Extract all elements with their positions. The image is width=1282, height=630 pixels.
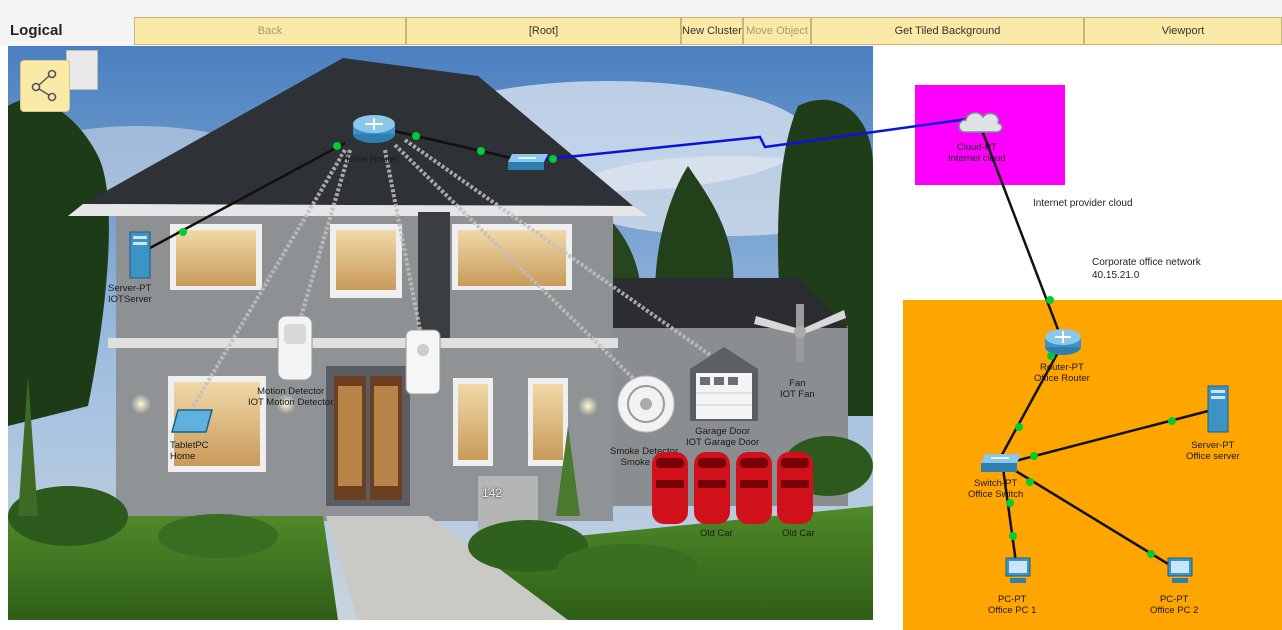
- home-switch[interactable]: [506, 152, 550, 177]
- motion-detector-label: Motion Detector IOT Motion Detector: [248, 386, 333, 408]
- old-car-2[interactable]: [692, 450, 732, 531]
- workspace-mode-label: Logical: [10, 22, 63, 39]
- new-cluster-label: New Cluster: [682, 25, 742, 37]
- office-switch[interactable]: [979, 452, 1023, 479]
- motion-detector-type: Motion Detector: [257, 386, 325, 397]
- cloud-icon: [958, 112, 1003, 133]
- corporate-network-address: 40.15.21.0: [1092, 270, 1140, 281]
- cloud-label: Cloud-PT Internet cloud: [948, 142, 1006, 164]
- office-router-name: Office Router: [1034, 373, 1090, 384]
- motion-detector[interactable]: [276, 314, 314, 387]
- office-pc2-label: PC-PT Office PC 2: [1150, 594, 1198, 616]
- car-icon: [777, 452, 813, 524]
- tablet-type: TabletPC: [170, 440, 209, 451]
- old-car-1[interactable]: [650, 450, 690, 531]
- root-button-label: [Root]: [528, 25, 559, 37]
- motion-detector-icon: [277, 315, 313, 381]
- car-icon: [652, 452, 688, 524]
- tablet-name: Home: [170, 451, 196, 462]
- home-router[interactable]: [351, 112, 397, 149]
- server-icon: [1207, 385, 1229, 433]
- cluster-nav-tab[interactable]: [66, 50, 98, 90]
- office-pc1-label: PC-PT Office PC 1: [988, 594, 1036, 616]
- viewport-button[interactable]: Viewport: [1084, 17, 1282, 45]
- internet-provider-note: Internet provider cloud: [1033, 198, 1133, 209]
- iot-server-label: Server-PT IOTServer: [108, 283, 152, 305]
- switch-icon: [508, 154, 548, 170]
- fan-label: Fan IOT Fan: [780, 378, 815, 400]
- ceiling-fan[interactable]: [752, 300, 848, 377]
- viewport-label: Viewport: [1161, 25, 1205, 37]
- iot-server-name: IOTServer: [108, 294, 152, 305]
- cloud-name: Internet cloud: [948, 153, 1006, 164]
- office-router[interactable]: [1043, 326, 1083, 361]
- office-pc-2[interactable]: [1166, 556, 1194, 591]
- office-pc1-type: PC-PT: [997, 594, 1027, 605]
- garage-door-type: Garage Door: [695, 426, 751, 437]
- pc-icon: [1005, 557, 1031, 583]
- server-icon: [129, 231, 151, 279]
- home-router-type: Home Router: [342, 154, 399, 165]
- smoke-detector[interactable]: [616, 374, 676, 439]
- move-object-button[interactable]: Move Object: [743, 17, 811, 45]
- office-router-type: Router-PT: [1039, 362, 1084, 373]
- logical-toolbar: Logical Back [Root] New Cluster Move Obj…: [0, 0, 1282, 46]
- router-icon: [353, 115, 395, 143]
- office-server-name: Office server: [1186, 451, 1240, 462]
- smoke-detector-icon: [617, 375, 675, 433]
- router-icon: [1045, 329, 1081, 355]
- cluster-navigation-widget[interactable]: [20, 60, 70, 112]
- car-icon: [694, 452, 730, 524]
- old-car-4[interactable]: [775, 450, 815, 531]
- tablet-label: TabletPC Home: [170, 440, 209, 462]
- office-pc2-type: PC-PT: [1159, 594, 1189, 605]
- tablet-icon: [171, 409, 213, 433]
- office-router-label: Router-PT Office Router: [1034, 362, 1090, 384]
- siren-icon: [405, 329, 441, 395]
- office-pc2-name: Office PC 2: [1150, 605, 1199, 616]
- switch-icon: [981, 454, 1021, 472]
- old-car-label: Old Car: [782, 528, 815, 539]
- motion-detector-name: IOT Motion Detector: [248, 397, 334, 408]
- fan-type: Fan: [789, 378, 806, 389]
- house-number: 142: [482, 486, 503, 500]
- office-server-label: Server-PT Office server: [1186, 440, 1240, 462]
- car-icon: [736, 452, 772, 524]
- new-cluster-button[interactable]: New Cluster: [681, 17, 743, 45]
- cloud-type: Cloud-PT: [956, 142, 997, 153]
- garage-door-name: IOT Garage Door: [686, 437, 760, 448]
- old-car-3[interactable]: [734, 450, 774, 531]
- iot-server[interactable]: [127, 230, 153, 285]
- office-server-type: Server-PT: [1191, 440, 1235, 451]
- back-button-label: Back: [257, 25, 283, 37]
- office-server[interactable]: [1205, 384, 1231, 439]
- siren-device[interactable]: [404, 328, 442, 401]
- pc-icon: [1167, 557, 1193, 583]
- tiled-background-button[interactable]: Get Tiled Background: [811, 17, 1084, 45]
- old-car-label: Old Car: [700, 528, 733, 539]
- iot-server-type: Server-PT: [108, 283, 152, 294]
- garage-door-icon: [690, 347, 758, 421]
- corporate-office-area: [903, 300, 1282, 630]
- home-tablet[interactable]: [170, 408, 214, 439]
- office-switch-label: Switch-PT Office Switch: [968, 478, 1023, 500]
- office-switch-name: Office Switch: [968, 489, 1024, 500]
- office-pc-1[interactable]: [1004, 556, 1032, 591]
- fan-name: IOT Fan: [780, 389, 815, 400]
- garage-door-label: Garage Door IOT Garage Door: [686, 426, 759, 448]
- internet-cloud[interactable]: [955, 106, 1005, 141]
- office-pc1-name: Office PC 1: [988, 605, 1037, 616]
- corporate-network-title: Corporate office network: [1092, 257, 1201, 268]
- corporate-network-note: Corporate office network 40.15.21.0: [1092, 256, 1201, 282]
- office-switch-type: Switch-PT: [973, 478, 1018, 489]
- cluster-nav-icon: [31, 69, 57, 102]
- fan-icon: [754, 304, 846, 362]
- root-button[interactable]: [Root]: [406, 17, 681, 45]
- garage-door[interactable]: [688, 345, 760, 428]
- move-object-label: Move Object: [746, 25, 808, 37]
- back-button[interactable]: Back: [134, 17, 406, 45]
- tiled-background-label: Get Tiled Background: [894, 25, 1001, 37]
